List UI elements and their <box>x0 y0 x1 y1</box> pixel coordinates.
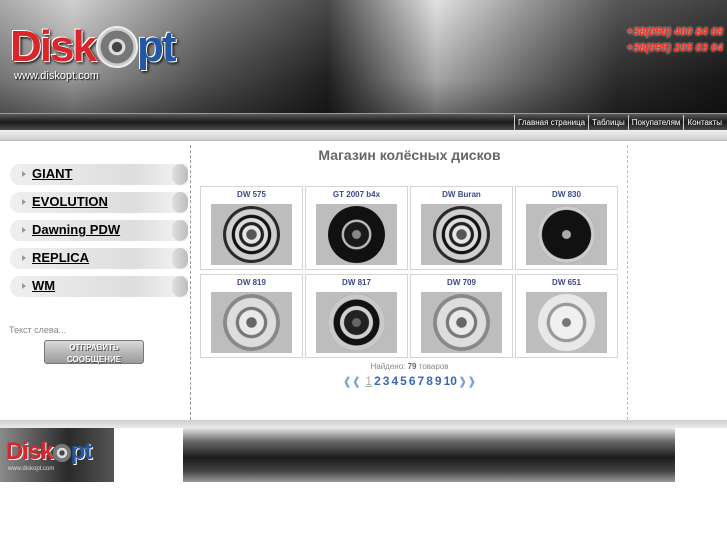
nav-contacts[interactable]: Контакты <box>683 115 725 130</box>
product-image[interactable] <box>526 204 607 265</box>
wheel-rim-image <box>538 294 595 351</box>
phone-numbers: +38(050) 400 84 08 +38(095) 205 03 04 <box>627 24 723 56</box>
nav-tables[interactable]: Таблицы <box>588 115 628 130</box>
wheel-rim-image <box>328 294 385 351</box>
sidebar-text: Текст слева... <box>9 325 67 335</box>
logo-wheel-icon <box>96 26 138 68</box>
sidebar-item-label: EVOLUTION <box>32 194 108 209</box>
footer-logo[interactable]: Disk pt www.diskopt.com <box>0 428 114 482</box>
product-card[interactable]: GT 2007 b4x <box>305 186 408 270</box>
send-button-line-1: ОТПРАВИТЬ <box>69 343 119 352</box>
found-label: Найдено: <box>370 362 406 371</box>
sidebar-item-label: REPLICA <box>32 250 90 265</box>
product-name[interactable]: DW 819 <box>201 278 302 287</box>
page-link[interactable]: 8 <box>426 374 433 388</box>
sidebar-item-cap <box>172 248 188 269</box>
sidebar: GIANT EVOLUTION Dawning PDW REPLICA WM Т… <box>0 142 190 420</box>
page-link[interactable]: 7 <box>418 374 425 388</box>
wheel-rim-image <box>433 294 490 351</box>
product-name[interactable]: DW 575 <box>201 190 302 199</box>
sidebar-item-giant[interactable]: GIANT <box>10 164 188 185</box>
sidebar-item-replica[interactable]: REPLICA <box>10 248 188 269</box>
wheel-rim-image <box>328 206 385 263</box>
wheel-rim-image <box>433 206 490 263</box>
product-image[interactable] <box>211 292 292 353</box>
page-link[interactable]: 10 <box>444 374 457 388</box>
footer-strip <box>0 420 727 428</box>
results-count: Найдено: 79 товаров <box>192 362 627 371</box>
next-page-icon[interactable]: ❱❱ <box>458 376 476 388</box>
arrow-right-icon <box>22 171 26 177</box>
product-card[interactable]: DW 830 <box>515 186 618 270</box>
footer-logo-wordmark: Disk pt <box>6 438 92 465</box>
sidebar-item-label: Dawning PDW <box>32 222 121 237</box>
pagination: ❰❰ 1 2 3 4 5 6 7 8 9 10❱❱ <box>192 374 627 388</box>
product-image[interactable] <box>316 292 397 353</box>
found-suffix: товаров <box>418 362 449 371</box>
page-link[interactable]: 2 <box>374 374 381 388</box>
page-link[interactable]: 1 <box>365 374 372 388</box>
arrow-right-icon <box>22 255 26 261</box>
site-logo[interactable]: Disk pt www.diskopt.com <box>10 22 194 86</box>
product-name[interactable]: DW 709 <box>411 278 512 287</box>
product-name[interactable]: DW 817 <box>306 278 407 287</box>
top-nav: Главная страница Таблицы Покупателям Кон… <box>0 113 727 130</box>
arrow-right-icon <box>22 199 26 205</box>
sidebar-item-evolution[interactable]: EVOLUTION <box>10 192 188 213</box>
sidebar-item-cap <box>172 276 188 297</box>
column-divider-left <box>190 145 191 420</box>
sidebar-item-cap <box>172 220 188 241</box>
phone-1: +38(050) 400 84 08 <box>626 26 723 38</box>
page-title: Магазин колёсных дисков <box>318 147 501 163</box>
arrow-right-icon <box>22 227 26 233</box>
send-message-button[interactable]: ОТПРАВИТЬ СООБЩЕНИЕ <box>44 340 144 364</box>
product-name[interactable]: DW Buran <box>411 190 512 199</box>
send-button-line-2: СООБЩЕНИЕ <box>66 355 122 364</box>
product-name[interactable]: GT 2007 b4x <box>306 190 407 199</box>
product-card[interactable]: DW 575 <box>200 186 303 270</box>
wheel-rim-image <box>223 294 280 351</box>
product-image[interactable] <box>421 204 502 265</box>
product-image[interactable] <box>316 204 397 265</box>
sidebar-item-cap <box>172 192 188 213</box>
product-card[interactable]: DW 819 <box>200 274 303 358</box>
header-banner: Disk pt www.diskopt.com +38(050) 400 84 0… <box>0 0 727 113</box>
product-card[interactable]: DW 651 <box>515 274 618 358</box>
phone-2: +38(095) 205 03 04 <box>626 42 723 54</box>
nav-underline <box>0 130 727 141</box>
product-image[interactable] <box>421 292 502 353</box>
page-link[interactable]: 3 <box>383 374 390 388</box>
column-divider-right <box>627 145 628 420</box>
product-card[interactable]: DW Buran <box>410 186 513 270</box>
wheel-rim-image <box>538 206 595 263</box>
arrow-right-icon <box>22 283 26 289</box>
page-link[interactable]: 4 <box>391 374 398 388</box>
wheel-rim-image <box>223 206 280 263</box>
product-card[interactable]: DW 817 <box>305 274 408 358</box>
page-link[interactable]: 9 <box>435 374 442 388</box>
product-name[interactable]: DW 651 <box>516 278 617 287</box>
nav-customers[interactable]: Покупателям <box>627 115 684 130</box>
sidebar-item-dawning-pdw[interactable]: Dawning PDW <box>10 220 188 241</box>
product-name[interactable]: DW 830 <box>516 190 617 199</box>
page-link[interactable]: 5 <box>400 374 407 388</box>
sidebar-item-label: WM <box>32 278 56 293</box>
footer-logo-url: www.diskopt.com <box>8 466 55 472</box>
product-image[interactable] <box>211 204 292 265</box>
logo-wordmark: Disk pt <box>10 22 176 71</box>
sidebar-item-wm[interactable]: WM <box>10 276 188 297</box>
prev-page-icon[interactable]: ❰❰ <box>343 376 361 388</box>
product-image[interactable] <box>526 292 607 353</box>
logo-url: www.diskopt.com <box>14 70 99 82</box>
sidebar-item-cap <box>172 164 188 185</box>
nav-home[interactable]: Главная страница <box>513 115 588 130</box>
product-card[interactable]: DW 709 <box>410 274 513 358</box>
sidebar-item-label: GIANT <box>32 166 73 181</box>
footer-banner <box>183 428 675 482</box>
page-link[interactable]: 6 <box>409 374 416 388</box>
found-count: 79 <box>407 362 417 371</box>
